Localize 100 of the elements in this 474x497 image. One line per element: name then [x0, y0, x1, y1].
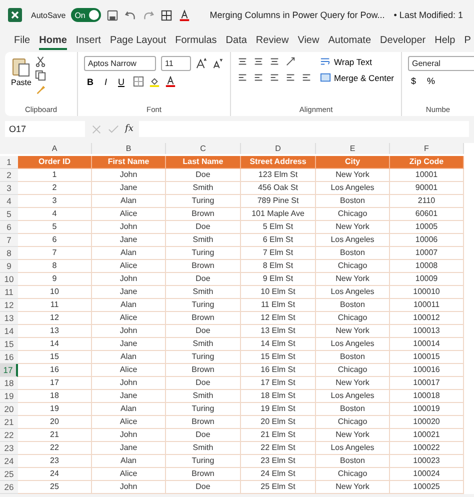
- table-cell: 8: [18, 260, 92, 273]
- ribbon-tab[interactable]: Formulas: [175, 32, 217, 50]
- row-header[interactable]: 18: [0, 377, 18, 390]
- row-header[interactable]: 21: [0, 416, 18, 429]
- row-header[interactable]: 16: [0, 351, 18, 364]
- ribbon-tab[interactable]: Automate: [328, 32, 372, 50]
- row-header[interactable]: 19: [0, 390, 18, 403]
- align-icon[interactable]: [301, 72, 312, 83]
- row-header[interactable]: 7: [0, 234, 18, 247]
- save-icon[interactable]: [106, 8, 119, 22]
- row-header[interactable]: 3: [0, 182, 18, 195]
- ribbon-tab[interactable]: Page Layout: [110, 32, 166, 50]
- row-header[interactable]: 17: [0, 364, 18, 377]
- last-modified[interactable]: • Last Modified: 1: [394, 10, 463, 20]
- table-cell: 13 Elm St: [241, 325, 316, 338]
- font-color-icon[interactable]: [178, 8, 191, 22]
- undo-icon[interactable]: [124, 8, 137, 22]
- borders-icon[interactable]: [160, 8, 173, 22]
- table-cell: 100011: [390, 299, 464, 312]
- align-icon[interactable]: [269, 56, 280, 67]
- align-icon[interactable]: [237, 72, 248, 83]
- borders-icon[interactable]: [132, 76, 144, 87]
- font-size-dropdown[interactable]: 11: [161, 56, 191, 71]
- table-cell: Boston: [316, 455, 390, 468]
- align-icon[interactable]: [253, 56, 264, 67]
- ribbon-tab[interactable]: Data: [226, 32, 247, 50]
- row-header[interactable]: 20: [0, 403, 18, 416]
- row-header[interactable]: 26: [0, 481, 18, 494]
- ribbon-tab[interactable]: Help: [434, 32, 456, 50]
- ribbon-tab[interactable]: Review: [256, 32, 289, 50]
- insert-function-button[interactable]: fx: [125, 124, 134, 134]
- row-header[interactable]: 4: [0, 195, 18, 208]
- table-cell: Doe: [166, 377, 241, 390]
- row-header[interactable]: 13: [0, 312, 18, 325]
- redo-icon[interactable]: [142, 8, 155, 22]
- align-icon[interactable]: [237, 56, 248, 67]
- bold-button[interactable]: B: [84, 76, 96, 86]
- row-header[interactable]: 15: [0, 338, 18, 351]
- font-color-icon[interactable]: [164, 76, 176, 87]
- row-header[interactable]: 24: [0, 455, 18, 468]
- column-header[interactable]: D: [241, 143, 316, 154]
- percent-button[interactable]: %: [424, 76, 438, 86]
- row-header[interactable]: 10: [0, 273, 18, 286]
- row-header[interactable]: 2: [0, 169, 18, 182]
- name-box[interactable]: O17: [5, 121, 85, 137]
- column-header[interactable]: F: [390, 143, 464, 154]
- table-cell: John: [92, 325, 166, 338]
- cut-icon[interactable]: [35, 56, 46, 67]
- row-header[interactable]: 12: [0, 299, 18, 312]
- merge-center-button[interactable]: Merge & Center: [320, 72, 394, 83]
- column-header[interactable]: B: [92, 143, 166, 154]
- column-header[interactable]: A: [18, 143, 92, 154]
- decrease-font-icon[interactable]: [212, 58, 223, 69]
- row-header[interactable]: 22: [0, 429, 18, 442]
- table-cell: 11 Elm St: [241, 299, 316, 312]
- table-cell: New York: [316, 221, 390, 234]
- wrap-text-icon: [320, 56, 331, 67]
- table-cell: 22 Elm St: [241, 442, 316, 455]
- table-cell: 21 Elm St: [241, 429, 316, 442]
- column-header[interactable]: E: [316, 143, 390, 154]
- autosave-toggle[interactable]: On: [70, 8, 101, 22]
- row-header[interactable]: 14: [0, 325, 18, 338]
- row-header[interactable]: 8: [0, 247, 18, 260]
- underline-button[interactable]: U: [115, 76, 128, 86]
- row-header[interactable]: 25: [0, 468, 18, 481]
- orientation-icon[interactable]: [285, 56, 296, 67]
- number-format-dropdown[interactable]: General: [408, 56, 474, 71]
- table-cell: 100015: [390, 351, 464, 364]
- ribbon-tab[interactable]: Home: [39, 32, 67, 50]
- ribbon-tab[interactable]: File: [14, 32, 30, 50]
- paste-button[interactable]: Paste: [11, 56, 32, 105]
- align-icon[interactable]: [285, 72, 296, 83]
- check-icon[interactable]: [108, 124, 119, 134]
- align-icon[interactable]: [253, 72, 264, 83]
- wrap-text-button[interactable]: Wrap Text: [320, 56, 394, 67]
- table-cell: 23 Elm St: [241, 455, 316, 468]
- row-header[interactable]: 9: [0, 260, 18, 273]
- ribbon-tab[interactable]: Insert: [76, 32, 101, 50]
- row-header[interactable]: 1: [0, 156, 18, 169]
- table-cell: 10007: [390, 247, 464, 260]
- fill-color-icon[interactable]: [148, 76, 160, 87]
- ribbon-tab[interactable]: View: [298, 32, 320, 50]
- ribbon-tab[interactable]: P: [464, 32, 471, 50]
- increase-font-icon[interactable]: [196, 58, 207, 69]
- copy-icon[interactable]: [35, 70, 46, 81]
- merge-cells-icon: [320, 72, 331, 83]
- table-cell: Alice: [92, 260, 166, 273]
- row-header[interactable]: 11: [0, 286, 18, 299]
- document-title: Merging Columns in Power Query for Pow...: [210, 10, 385, 20]
- row-header[interactable]: 6: [0, 221, 18, 234]
- italic-button[interactable]: I: [102, 76, 110, 86]
- column-header[interactable]: C: [166, 143, 241, 154]
- table-cell: 23: [18, 455, 92, 468]
- currency-button[interactable]: $: [408, 76, 420, 86]
- ribbon-tab[interactable]: Developer: [380, 32, 426, 50]
- align-icon[interactable]: [269, 72, 280, 83]
- table-cell: 13: [18, 325, 92, 338]
- row-header[interactable]: 5: [0, 208, 18, 221]
- font-name-dropdown[interactable]: Aptos Narrow: [84, 56, 156, 71]
- row-header[interactable]: 23: [0, 442, 18, 455]
